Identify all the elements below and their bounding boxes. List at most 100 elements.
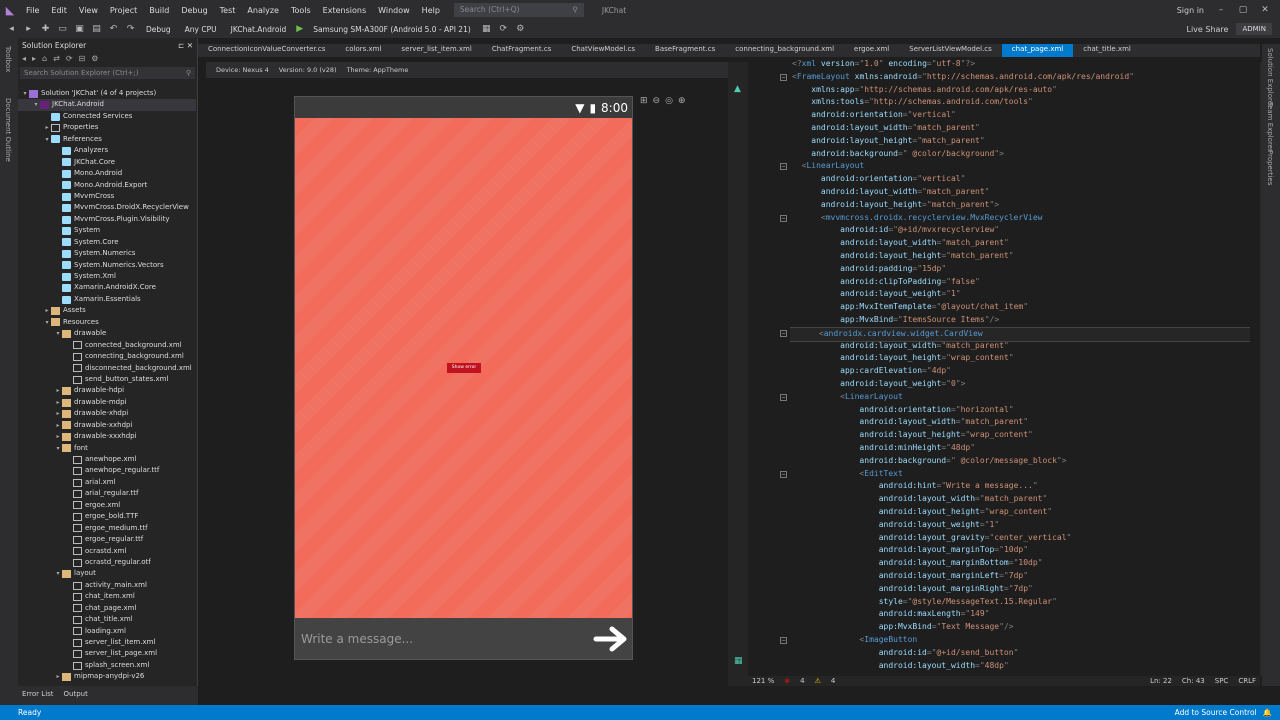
document-tab[interactable]: colors.xml — [335, 44, 391, 57]
tree-item[interactable]: ▾ Solution 'JKChat' (4 of 4 projects) — [18, 88, 196, 99]
tree-item[interactable]: ▸ Assets — [18, 305, 196, 316]
zoom-level[interactable]: 121 % — [752, 677, 774, 685]
tree-item[interactable]: ▸ drawable-xhdpi — [18, 408, 196, 419]
minimize-icon[interactable]: – — [1216, 5, 1226, 15]
expand-arrow-icon[interactable]: ▾ — [54, 328, 62, 339]
tree-item[interactable]: MvvmCross.Plugin.Visibility — [18, 214, 196, 225]
properties-icon[interactable]: ⚙ — [91, 54, 98, 64]
menu-item-debug[interactable]: Debug — [175, 6, 213, 15]
output-tab[interactable]: Output — [64, 690, 88, 701]
tree-item[interactable]: MvvmCross — [18, 191, 196, 202]
team-explorer-side-tab[interactable]: Team Explorer — [1266, 102, 1274, 152]
redo-icon[interactable]: ↷ — [125, 24, 136, 35]
menu-item-view[interactable]: View — [73, 6, 104, 15]
tree-item[interactable]: ▾ drawable — [18, 328, 196, 339]
expand-arrow-icon[interactable]: ▾ — [32, 99, 40, 110]
tree-item[interactable]: ▾ Resources — [18, 317, 196, 328]
tree-item[interactable]: ▾ References — [18, 134, 196, 145]
tree-item[interactable]: System — [18, 225, 196, 236]
document-tab[interactable]: ChatFragment.cs — [482, 44, 562, 57]
refresh-icon[interactable]: ⟳ — [498, 24, 509, 35]
tree-item[interactable]: server_list_page.xml — [18, 648, 196, 659]
menu-item-project[interactable]: Project — [104, 6, 143, 15]
tree-item[interactable]: System.Numerics.Vectors — [18, 260, 196, 271]
tree-item[interactable]: ergoe_regular.ttf — [18, 534, 196, 545]
document-tab[interactable]: ServerListViewModel.cs — [899, 44, 1002, 57]
solution-search-input[interactable]: Search Solution Explorer (Ctrl+;) ⚲ — [20, 67, 195, 79]
expand-arrow-icon[interactable]: ▸ — [43, 305, 51, 316]
document-outline-tab[interactable]: Document Outline — [4, 98, 12, 162]
tree-item[interactable]: ergoe.xml — [18, 500, 196, 511]
home-icon[interactable]: ⌂ — [42, 54, 47, 64]
expand-arrow-icon[interactable]: ▾ — [54, 568, 62, 579]
tools-icon[interactable]: ⚙ — [515, 24, 526, 35]
document-tab[interactable]: ergoe.xml — [844, 44, 899, 57]
designer-splitter[interactable]: ▲ ▦ — [728, 62, 748, 686]
fold-toggle-icon[interactable]: − — [780, 637, 787, 644]
tree-item[interactable]: anewhope_regular.ttf — [18, 465, 196, 476]
tree-item[interactable]: ▸ drawable-hdpi — [18, 385, 196, 396]
run-target-button[interactable]: Samsung SM-A300F (Android 5.0 - API 21) — [309, 25, 475, 34]
save-icon[interactable]: ▣ — [74, 24, 85, 35]
tree-item[interactable]: Xamarin.AndroidX.Core — [18, 282, 196, 293]
pin-icon[interactable]: ⊏ ✕ — [178, 41, 193, 50]
forward-icon[interactable]: ▸ — [23, 24, 34, 35]
send-icon[interactable] — [592, 624, 632, 654]
expand-arrow-icon[interactable]: ▸ — [54, 420, 62, 431]
show-error-button[interactable]: Show error — [447, 363, 481, 373]
tree-item[interactable]: ocrastd.xml — [18, 546, 196, 557]
new-item-icon[interactable]: ✚ — [40, 24, 51, 35]
tree-item[interactable]: arial.xml — [18, 477, 196, 488]
fold-toggle-icon[interactable]: − — [780, 73, 787, 81]
tree-item[interactable]: JKChat.Core — [18, 157, 196, 168]
document-tab[interactable]: ConnectionIconValueConverter.cs — [198, 44, 335, 57]
tree-item[interactable]: activity_main.xml — [18, 580, 196, 591]
device-select[interactable]: Device: Nexus 4 — [216, 66, 269, 74]
document-tab[interactable]: ChatViewModel.cs — [561, 44, 645, 57]
back-icon[interactable]: ◂ — [6, 24, 17, 35]
tree-item[interactable]: chat_page.xml — [18, 603, 196, 614]
menu-item-build[interactable]: Build — [143, 6, 175, 15]
platform-select[interactable]: Any CPU — [181, 25, 221, 34]
menu-item-edit[interactable]: Edit — [45, 6, 73, 15]
tree-item[interactable]: Analyzers — [18, 145, 196, 156]
error-list-tab[interactable]: Error List — [22, 690, 54, 701]
expand-arrow-icon[interactable]: ▾ — [21, 88, 29, 99]
document-tab[interactable]: chat_page.xml — [1001, 44, 1074, 57]
theme-select[interactable]: Theme: AppTheme — [347, 66, 409, 74]
run-icon[interactable]: ▶ — [296, 24, 303, 34]
menu-item-extensions[interactable]: Extensions — [317, 6, 372, 15]
tree-item[interactable]: Connected Services — [18, 111, 196, 122]
fold-toggle-icon[interactable]: − — [780, 329, 787, 337]
forward-icon[interactable]: ▸ — [32, 54, 36, 64]
expand-arrow-icon[interactable]: ▸ — [54, 671, 62, 682]
split-bottom-icon[interactable]: ▦ — [734, 656, 743, 666]
menu-item-analyze[interactable]: Analyze — [241, 6, 285, 15]
sign-in-link[interactable]: Sign in — [1177, 6, 1204, 15]
startup-project-select[interactable]: JKChat.Android — [227, 25, 291, 34]
expand-arrow-icon[interactable]: ▾ — [43, 317, 51, 328]
tree-item[interactable]: ergoe_medium.ttf — [18, 523, 196, 534]
tree-item[interactable]: ▸ drawable-mdpi — [18, 397, 196, 408]
fold-toggle-icon[interactable]: − — [780, 393, 787, 401]
zoom-fit-icon[interactable]: ⊞ — [640, 96, 648, 106]
save-all-icon[interactable]: ▤ — [91, 24, 102, 35]
tree-item[interactable]: ergoe_bold.TTF — [18, 511, 196, 522]
menu-item-help[interactable]: Help — [416, 6, 446, 15]
device-manager-icon[interactable]: ▦ — [481, 24, 492, 35]
tree-item[interactable]: Mono.Android.Export — [18, 180, 196, 191]
tree-item[interactable]: Mono.Android — [18, 168, 196, 179]
tree-item[interactable]: ▸ drawable-xxxhdpi — [18, 431, 196, 442]
warning-icon[interactable]: ⚠ — [815, 677, 821, 685]
expand-arrow-icon[interactable]: ▸ — [54, 397, 62, 408]
tree-item[interactable]: splash_screen.xml — [18, 660, 196, 671]
document-tab[interactable]: BaseFragment.cs — [645, 44, 725, 57]
tree-item[interactable]: MvvmCross.DroidX.RecyclerView — [18, 202, 196, 213]
tree-item[interactable]: ▾ layout — [18, 568, 196, 579]
tree-item[interactable]: System.Xml — [18, 271, 196, 282]
expand-arrow-icon[interactable]: ▾ — [54, 443, 62, 454]
expand-arrow-icon[interactable]: ▸ — [43, 122, 51, 133]
tree-item[interactable]: ▸ drawable-xxhdpi — [18, 420, 196, 431]
back-icon[interactable]: ◂ — [22, 54, 26, 64]
add-to-source-control-button[interactable]: Add to Source Control — [1175, 708, 1257, 717]
